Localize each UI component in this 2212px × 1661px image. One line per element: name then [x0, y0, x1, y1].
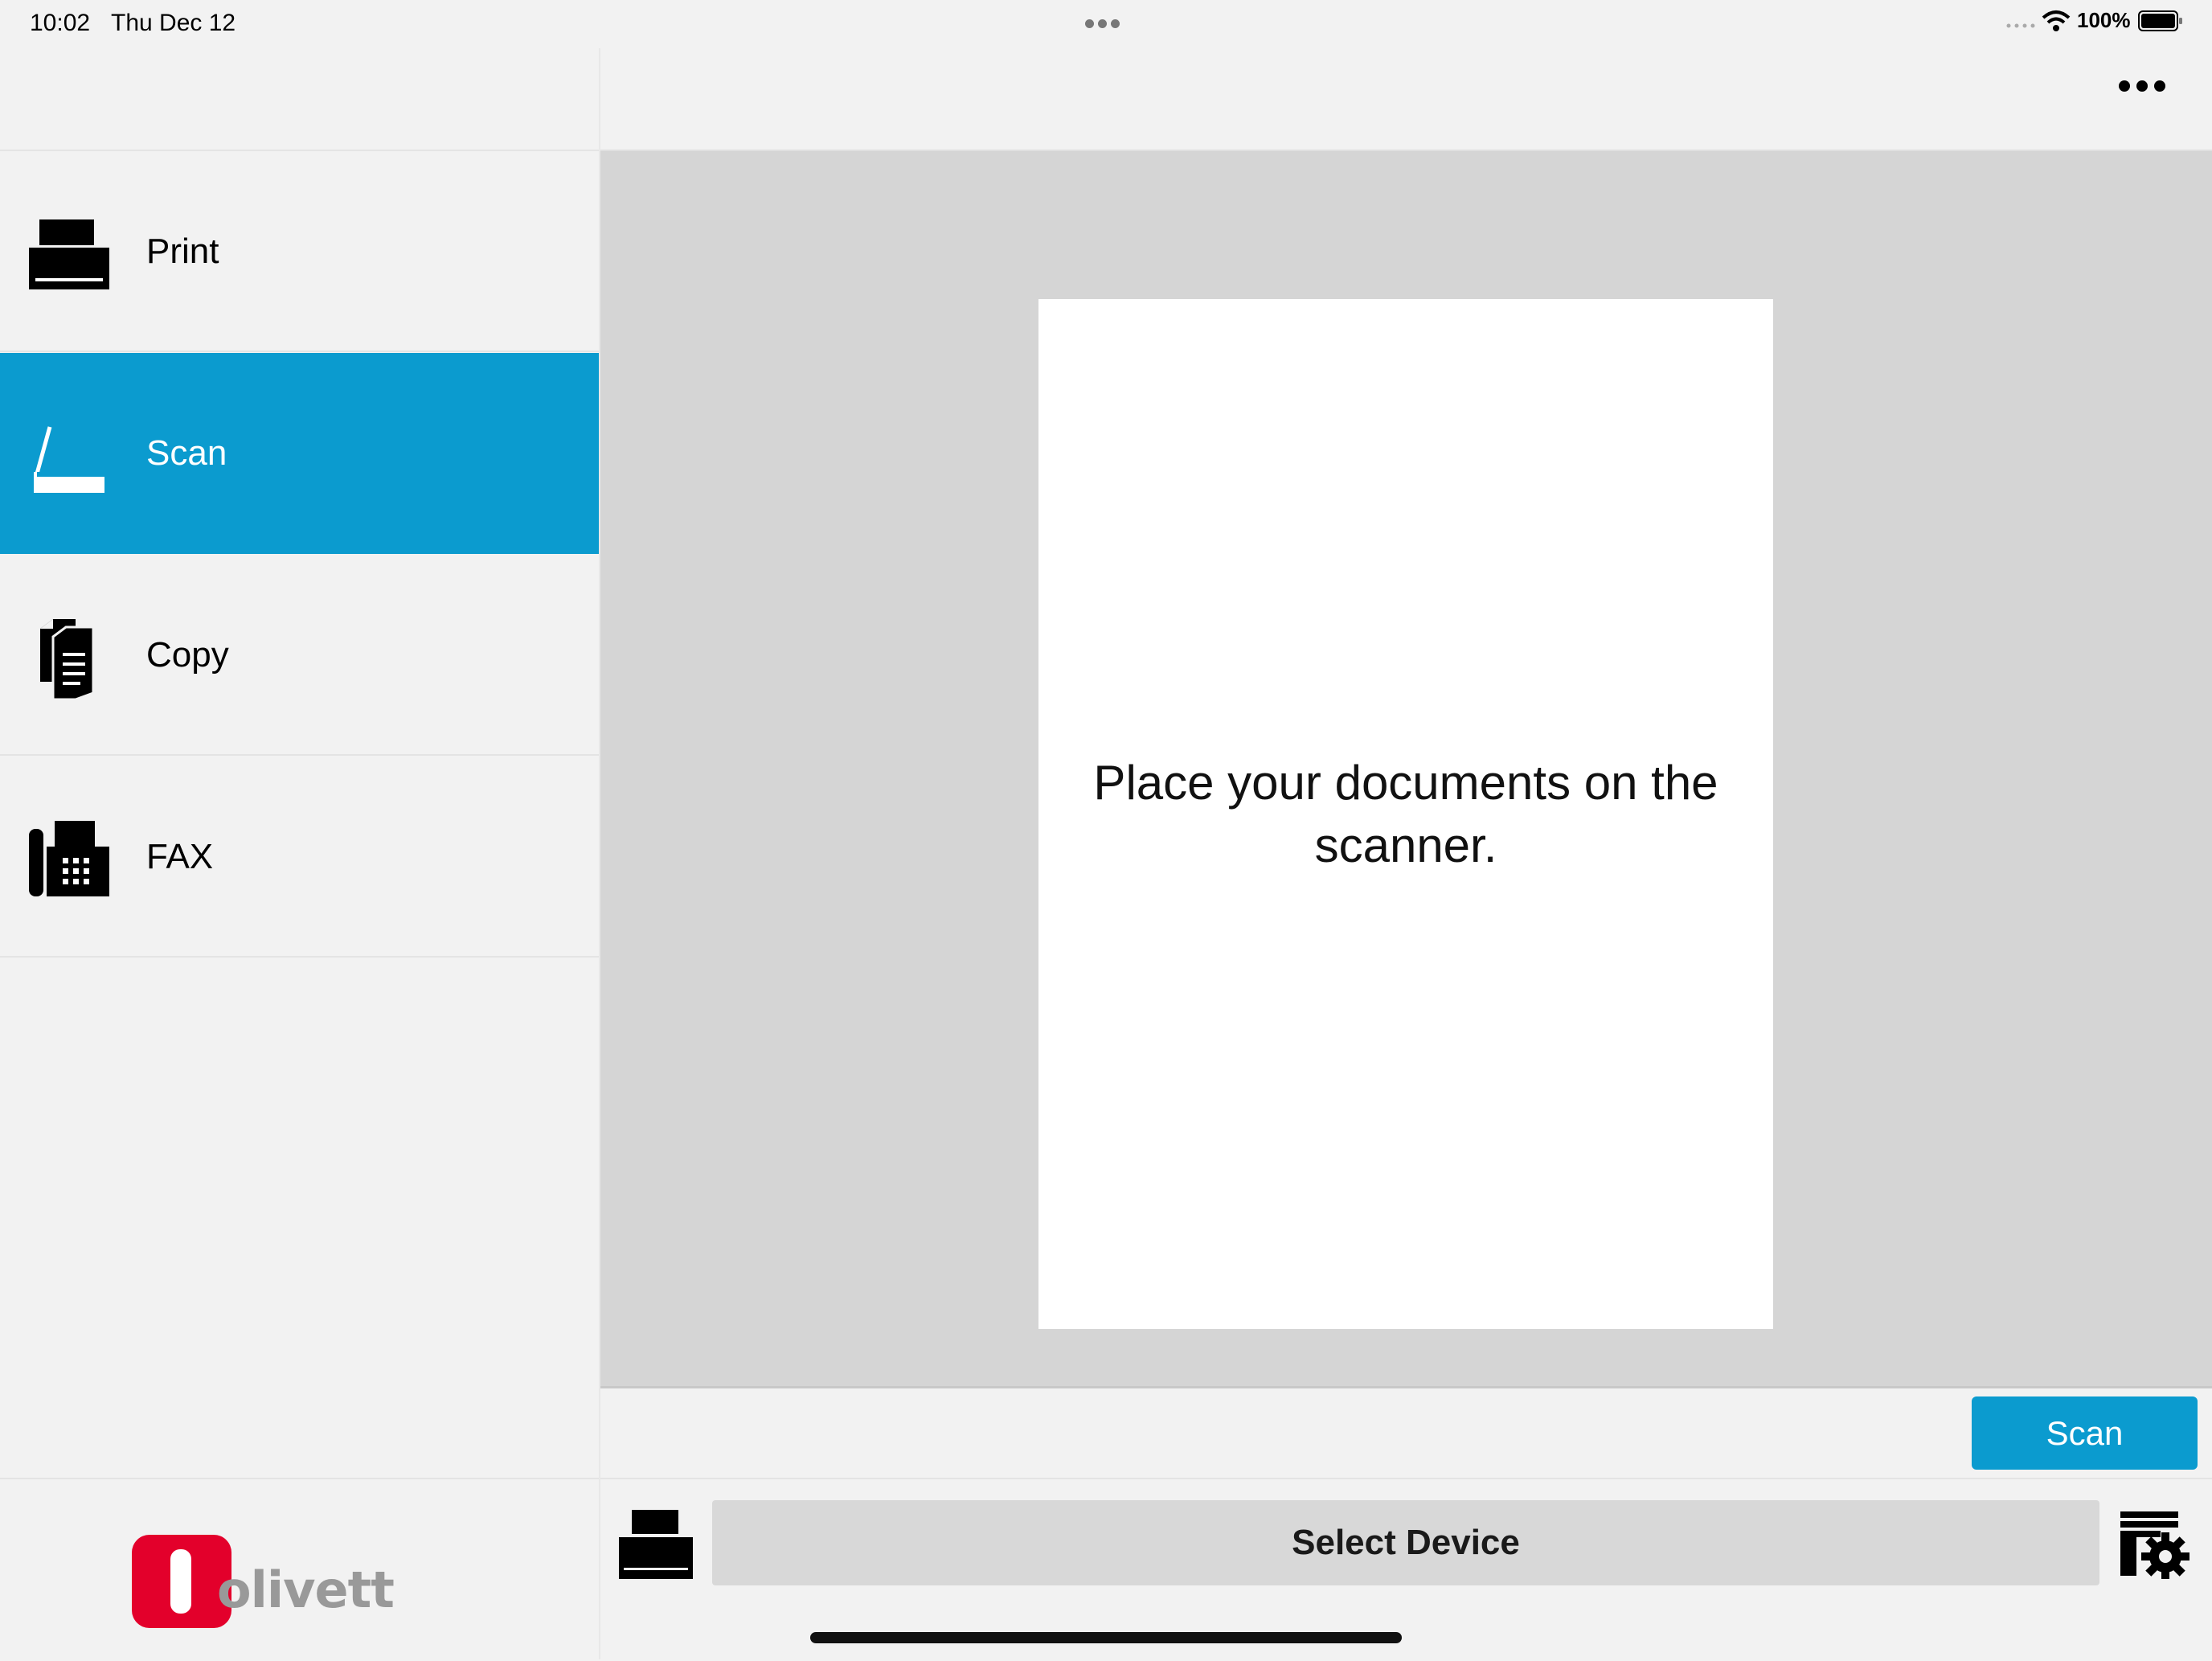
bottom-divider [600, 1478, 2212, 1479]
sidebar-item-scan[interactable]: Scan [0, 353, 599, 554]
more-options-button[interactable] [2119, 80, 2177, 116]
sidebar-item-print[interactable]: Print [0, 151, 599, 352]
wifi-icon [2042, 10, 2071, 31]
sidebar-item-fax[interactable]: FAX [0, 757, 599, 958]
fax-icon [29, 821, 109, 896]
sidebar-item-label: Copy [146, 635, 229, 675]
svg-text:olivetti: olivetti [217, 1561, 394, 1619]
sidebar-item-copy[interactable]: Copy [0, 555, 599, 756]
olivetti-logo: olivetti [132, 1535, 394, 1628]
sidebar-item-label: Scan [146, 433, 227, 473]
place-documents-message: Place your documents on the scanner. [1093, 756, 1718, 872]
sidebar-item-label: Print [146, 232, 219, 271]
device-settings-icon[interactable] [2120, 1510, 2189, 1579]
sidebar-header [0, 48, 599, 151]
cellular-dots-icon [2006, 23, 2035, 28]
copy-icon [40, 619, 95, 699]
detail-header [600, 48, 2212, 151]
scanner-icon [34, 426, 104, 493]
scan-button[interactable]: Scan [1972, 1396, 2198, 1470]
status-date: Thu Dec 12 [111, 10, 236, 36]
ellipsis-icon [2119, 80, 2130, 92]
status-time: 10:02 [30, 10, 91, 36]
sidebar-item-label: FAX [146, 837, 214, 876]
home-indicator[interactable] [810, 1632, 1402, 1643]
printer-icon [29, 219, 109, 289]
printer-icon [619, 1510, 693, 1579]
select-device-button[interactable]: Select Device [712, 1500, 2099, 1585]
multitask-dots-icon[interactable] [1085, 18, 1127, 29]
battery-icon [2138, 10, 2182, 31]
battery-percent: 100% [2077, 8, 2131, 32]
